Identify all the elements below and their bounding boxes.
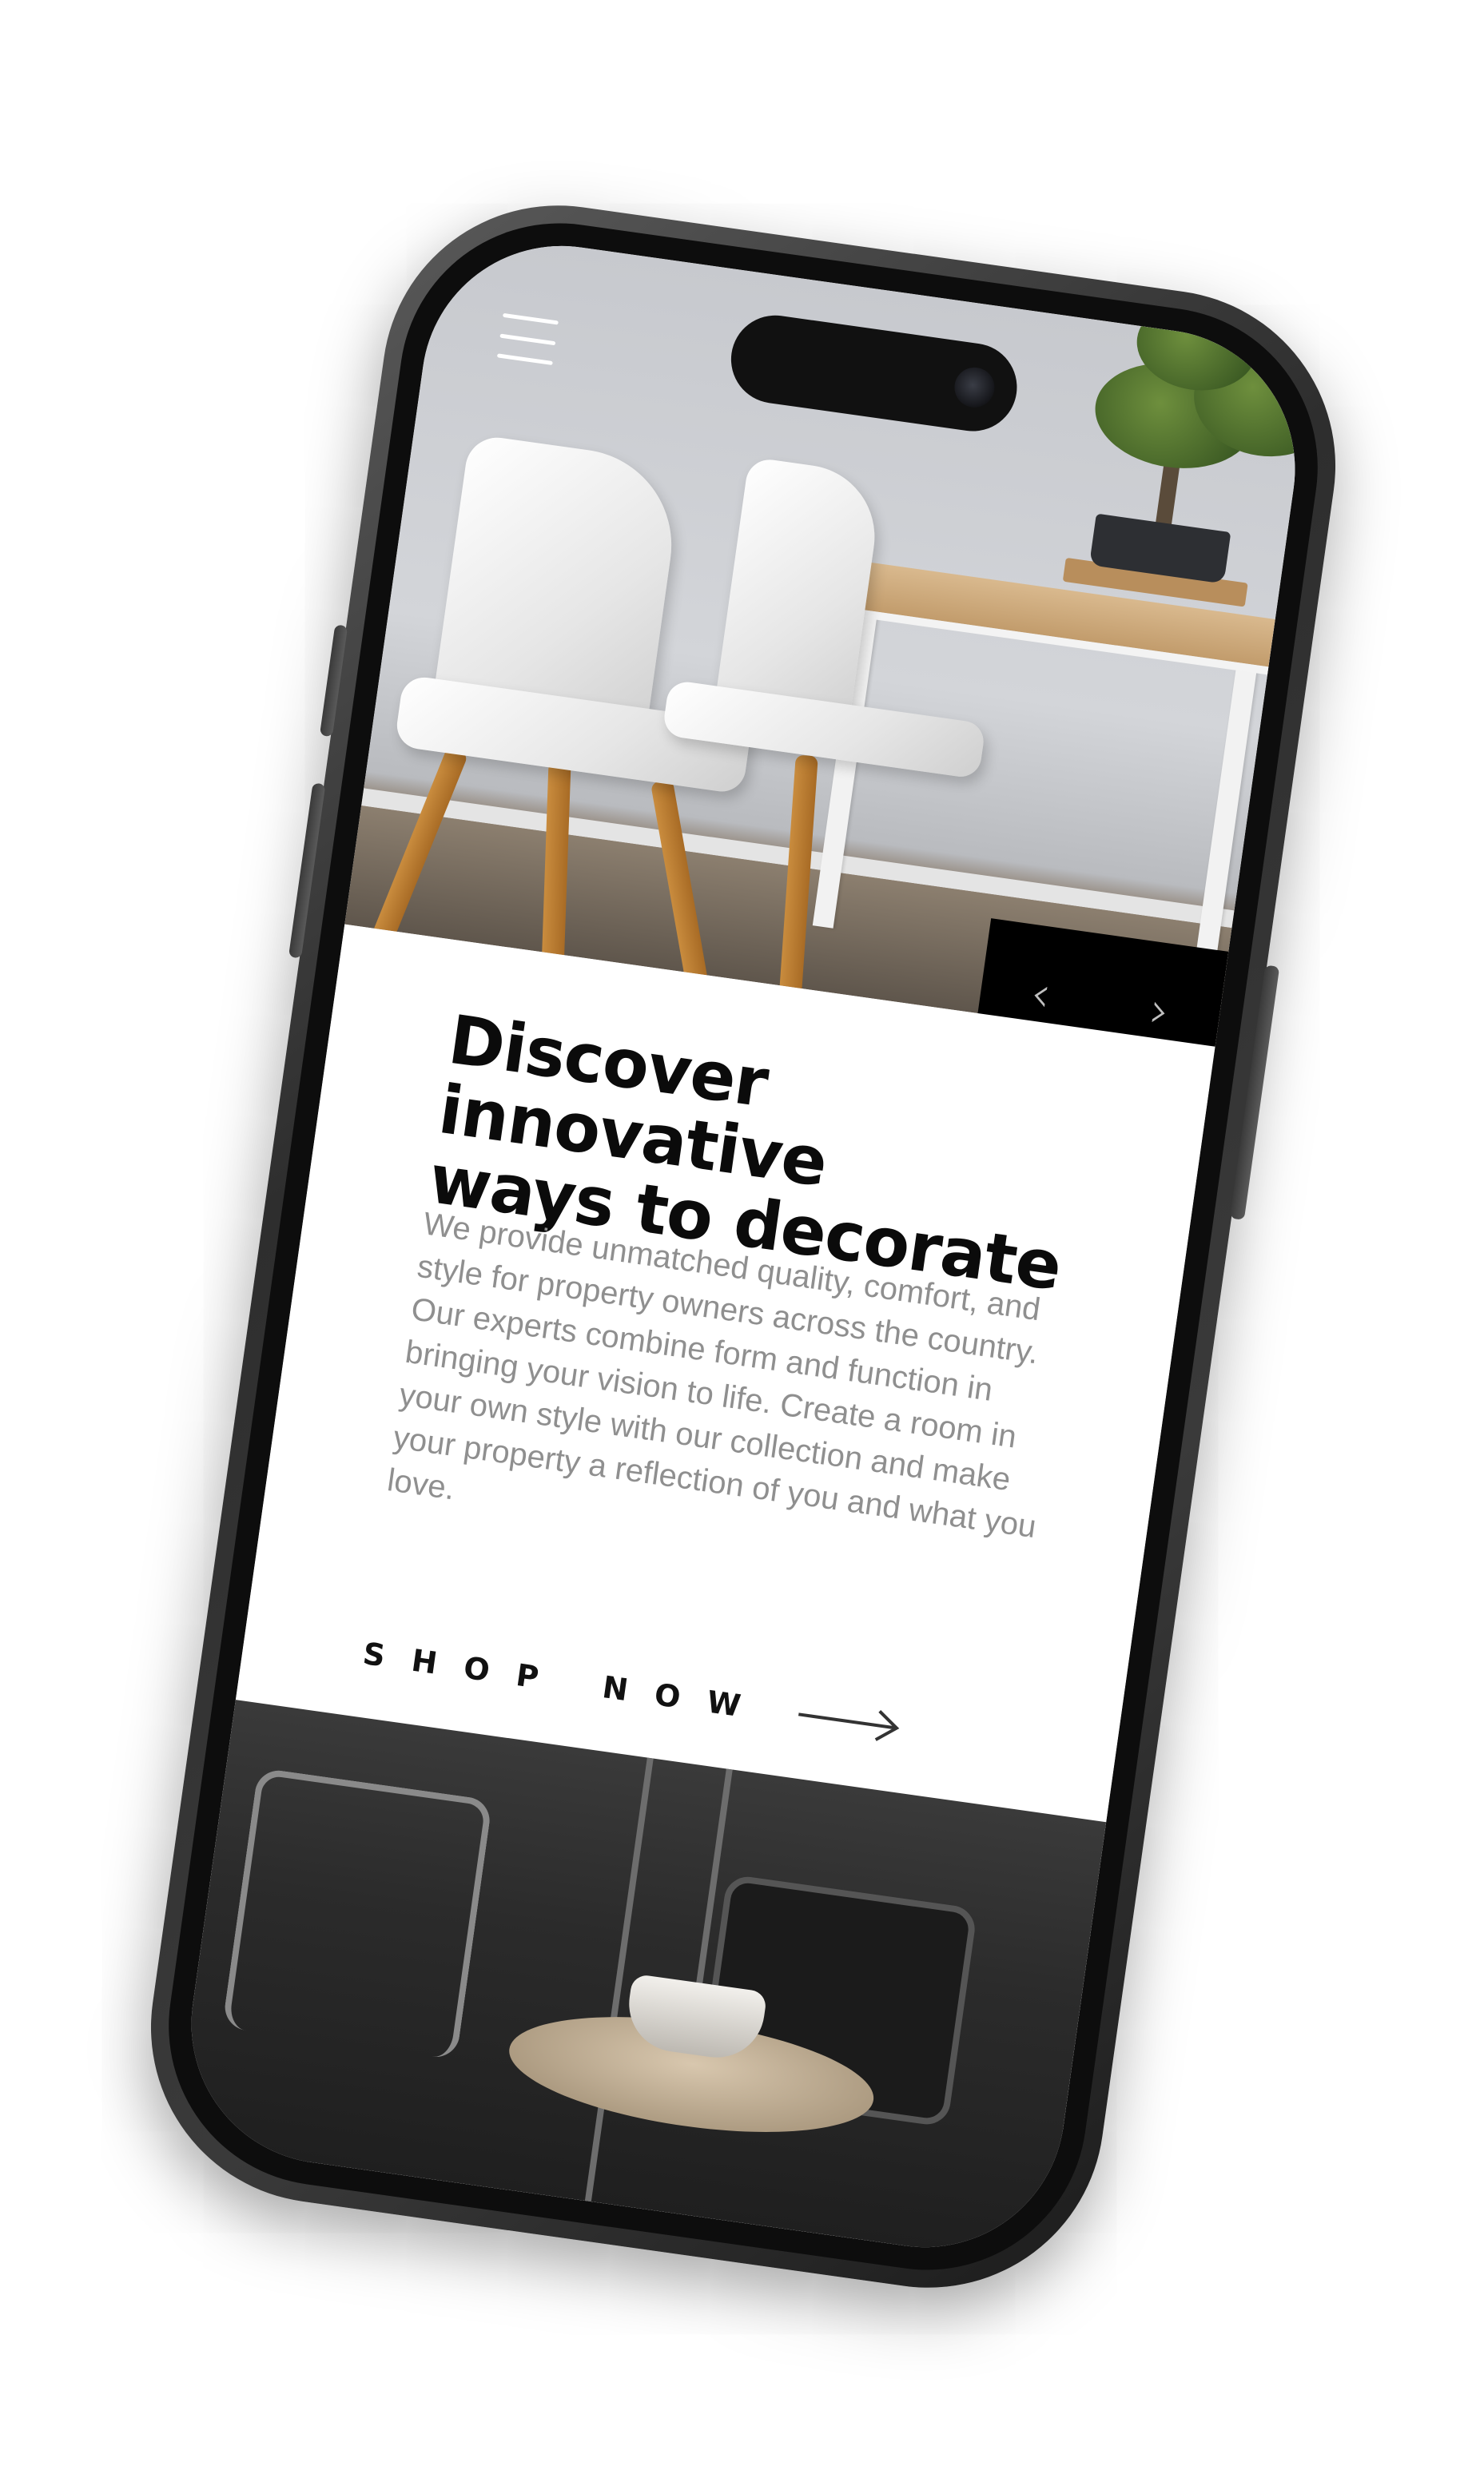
phone-screen: ‹ › Discover innovative ways to decorate… <box>173 228 1314 2265</box>
hamburger-menu-icon[interactable] <box>496 312 559 366</box>
menu-line <box>499 333 556 345</box>
shop-now-label: SHOP NOW <box>360 1635 770 1728</box>
chevron-right-icon[interactable]: › <box>1146 980 1174 1040</box>
arrow-right-icon <box>798 1710 900 1741</box>
chevron-left-icon[interactable]: ‹ <box>1027 963 1055 1024</box>
phone-frame: ‹ › Discover innovative ways to decorate… <box>128 182 1359 2311</box>
hero-content: Discover innovative ways to decorate We … <box>235 924 1215 1823</box>
camera-icon <box>952 364 997 411</box>
metal-chair <box>221 1767 493 2060</box>
